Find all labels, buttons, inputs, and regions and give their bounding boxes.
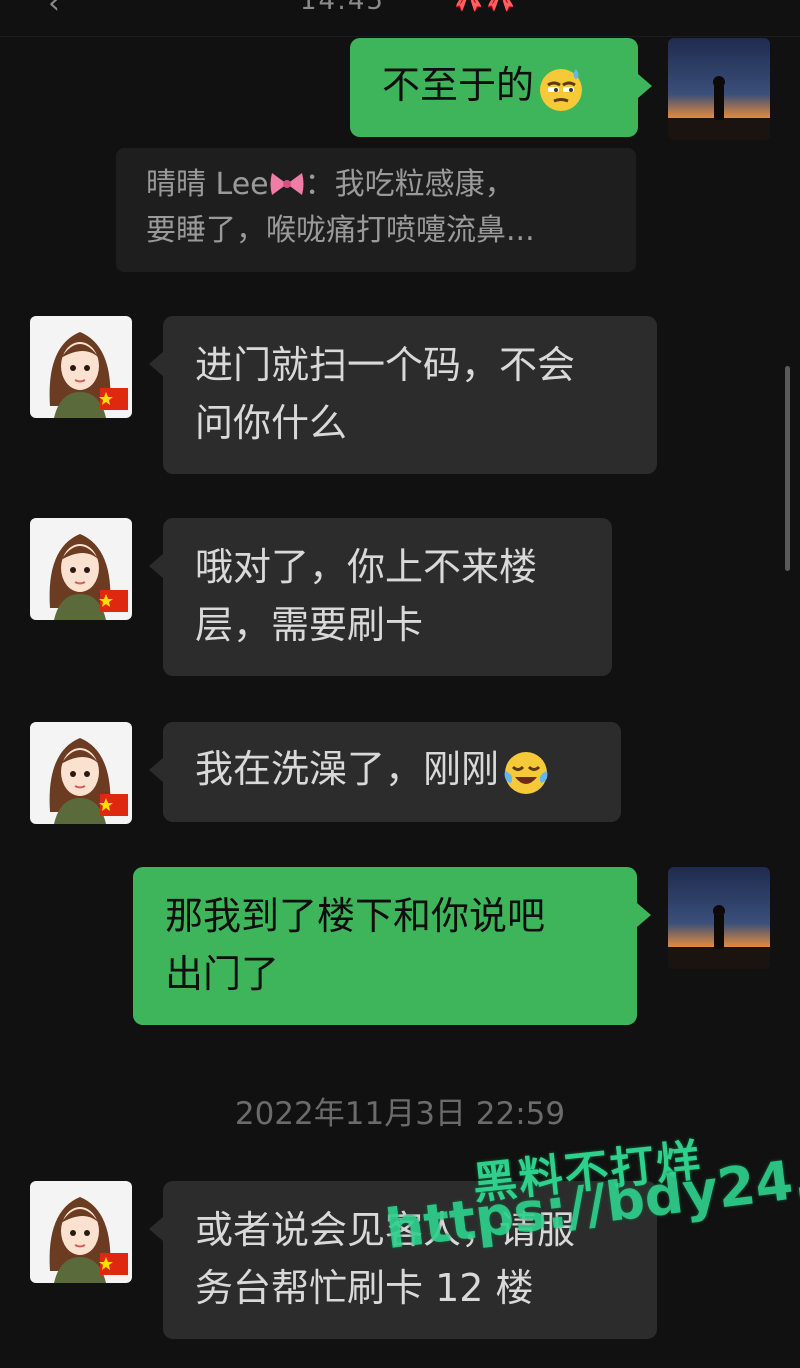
scrollbar[interactable] bbox=[785, 366, 790, 571]
quoted-separator: ： bbox=[304, 167, 335, 202]
my-avatar[interactable] bbox=[668, 38, 770, 140]
my-avatar[interactable] bbox=[668, 867, 770, 969]
message-text-line-1: 进门就扫一个码，不会 bbox=[195, 343, 576, 387]
message-bubble-incoming[interactable]: 或者说会见客人，请服 务台帮忙刷卡 12 楼 bbox=[149, 1181, 657, 1339]
message-text-line-2: 务台帮忙刷卡 12 楼 bbox=[195, 1266, 534, 1310]
back-button[interactable]: ‹ bbox=[48, 0, 60, 21]
message-bubble-incoming[interactable]: 我在洗澡了，刚刚 bbox=[149, 722, 621, 822]
message-text-line-1: 或者说会见客人，请服 bbox=[195, 1208, 576, 1252]
message-bubble-incoming[interactable]: 进门就扫一个码，不会 问你什么 bbox=[149, 316, 657, 474]
contact-avatar[interactable] bbox=[30, 722, 132, 824]
title-bow-icons: 🎀🎀 bbox=[452, 0, 517, 14]
bow-icon bbox=[270, 173, 304, 195]
contact-avatar[interactable] bbox=[30, 1181, 132, 1283]
message-bubble-outgoing[interactable]: 那我到了楼下和你说吧 出门了 bbox=[133, 867, 651, 1025]
message-text-line-2: 层，需要刷卡 bbox=[195, 603, 424, 647]
chat-header: ‹ 14:45 🎀🎀 bbox=[0, 0, 800, 37]
message-text: 不至于的 bbox=[382, 63, 535, 107]
contact-avatar[interactable] bbox=[30, 518, 132, 620]
message-text-line-2: 问你什么 bbox=[195, 401, 348, 445]
message-text-line-1: 那我到了楼下和你说吧 bbox=[165, 894, 546, 938]
quoted-sender: 晴晴 Lee bbox=[146, 167, 269, 202]
crying-laugh-emoji bbox=[504, 751, 548, 794]
quoted-text-line-2: 要睡了，喉咙痛打喷嚏流鼻... bbox=[146, 213, 535, 248]
message-bubble-incoming[interactable]: 哦对了，你上不来楼 层，需要刷卡 bbox=[149, 518, 612, 676]
contact-avatar[interactable] bbox=[30, 316, 132, 418]
message-text-line-1: 哦对了，你上不来楼 bbox=[195, 545, 538, 589]
quoted-text-line-1: 我吃粒感康， bbox=[334, 167, 515, 202]
quoted-line-1: 晴晴 Lee ：我吃粒感康， bbox=[146, 162, 606, 208]
message-text: 我在洗澡了，刚刚 bbox=[195, 747, 500, 791]
message-bubble-outgoing[interactable]: 不至于的 bbox=[350, 38, 652, 137]
quoted-message[interactable]: 晴晴 Lee ：我吃粒感康， 要睡了，喉咙痛打喷嚏流鼻... bbox=[116, 148, 636, 272]
chat-title: 14:45 bbox=[300, 0, 385, 16]
message-text-line-2: 出门了 bbox=[165, 952, 280, 996]
message-timestamp: 2022年11月3日 22:59 bbox=[234, 1096, 566, 1132]
sweat-smile-emoji bbox=[540, 68, 583, 111]
